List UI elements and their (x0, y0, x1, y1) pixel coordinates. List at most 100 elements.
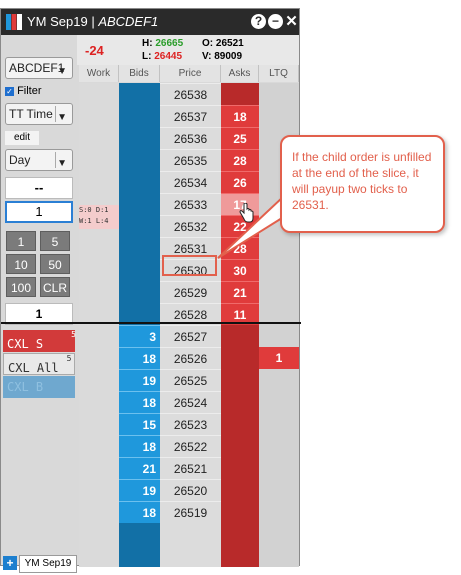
ladder-row[interactable]: 26535 28 (79, 149, 299, 171)
price-cell[interactable]: 26520 (160, 479, 221, 501)
work-cell[interactable] (79, 83, 119, 105)
filter-checkbox[interactable]: ✓ Filter (5, 85, 42, 97)
price-cell[interactable]: 26532 (160, 215, 221, 237)
ask-cell[interactable] (221, 435, 259, 457)
ask-cell[interactable]: 28 (221, 149, 259, 171)
clear-qty-button[interactable]: CLR (40, 277, 70, 297)
minimize-icon[interactable]: − (268, 14, 283, 29)
ask-cell[interactable] (221, 413, 259, 435)
price-cell[interactable]: 26527 (160, 325, 221, 347)
ask-cell[interactable]: 25 (221, 127, 259, 149)
bid-cell[interactable]: 3 (119, 325, 160, 347)
bid-cell[interactable]: 19 (119, 369, 160, 391)
work-cell[interactable] (79, 457, 119, 479)
bid-cell[interactable] (119, 259, 160, 281)
bid-cell[interactable] (119, 281, 160, 303)
price-cell[interactable]: 26526 (160, 347, 221, 369)
price-cell[interactable]: 26522 (160, 435, 221, 457)
ask-cell[interactable] (221, 479, 259, 501)
bid-cell[interactable]: 15 (119, 413, 160, 435)
instrument-tab[interactable]: YM Sep19 (19, 555, 77, 573)
bid-cell[interactable]: 18 (119, 501, 160, 523)
ask-cell[interactable] (221, 501, 259, 523)
qty-button-100[interactable]: 100 (6, 277, 36, 297)
qty-button-5[interactable]: 5 (40, 231, 70, 251)
ask-cell[interactable] (221, 347, 259, 369)
price-cell[interactable]: 26523 (160, 413, 221, 435)
work-cell[interactable] (79, 105, 119, 127)
bid-cell[interactable] (119, 193, 160, 215)
ladder-row[interactable]: 19 26525 (79, 369, 299, 391)
bid-cell[interactable] (119, 237, 160, 259)
bid-cell[interactable] (119, 105, 160, 127)
quantity-input[interactable]: 1 (5, 201, 73, 223)
work-cell[interactable] (79, 171, 119, 193)
bid-cell[interactable] (119, 127, 160, 149)
ask-cell[interactable]: 28 (221, 237, 259, 259)
qty-button-10[interactable]: 10 (6, 254, 36, 274)
work-cell[interactable] (79, 391, 119, 413)
work-cell[interactable] (79, 435, 119, 457)
price-cell[interactable]: 26537 (160, 105, 221, 127)
ask-cell[interactable] (221, 83, 259, 105)
ladder-row[interactable]: 18 26524 (79, 391, 299, 413)
cancel-sells-button[interactable]: CXL S 5 (3, 330, 76, 352)
bid-cell[interactable]: 19 (119, 479, 160, 501)
ladder-row[interactable]: 26538 (79, 83, 299, 105)
price-cell[interactable]: 26529 (160, 281, 221, 303)
close-icon[interactable]: ✕ (284, 14, 299, 29)
work-cell[interactable] (79, 149, 119, 171)
cancel-all-button[interactable]: CXL All 5 (3, 353, 75, 375)
ladder-row[interactable]: 26536 25 (79, 127, 299, 149)
price-field[interactable]: -- (5, 177, 73, 199)
price-cell[interactable]: 26536 (160, 127, 221, 149)
price-cell[interactable]: 26533 (160, 193, 221, 215)
price-cell[interactable]: 26519 (160, 501, 221, 523)
account-dropdown[interactable]: ABCDEF1 ▼ (5, 57, 73, 79)
ladder-row[interactable]: 18 26526 1 (79, 347, 299, 369)
cancel-buys-button[interactable]: CXL B (3, 376, 75, 398)
price-cell[interactable]: 26524 (160, 391, 221, 413)
ladder-row[interactable]: 19 26520 (79, 479, 299, 501)
work-cell[interactable] (79, 237, 119, 259)
column-header-price[interactable]: Price (160, 65, 221, 82)
bid-cell[interactable] (119, 149, 160, 171)
ladder-row[interactable]: 15 26523 (79, 413, 299, 435)
work-cell[interactable] (79, 413, 119, 435)
ladder-row[interactable]: 3 26527 (79, 325, 299, 347)
work-cell[interactable] (79, 369, 119, 391)
bid-cell[interactable] (119, 215, 160, 237)
price-cell[interactable]: 26534 (160, 171, 221, 193)
bid-cell[interactable]: 18 (119, 391, 160, 413)
work-cell[interactable] (79, 479, 119, 501)
bid-cell[interactable]: 18 (119, 435, 160, 457)
edit-button[interactable]: edit (5, 131, 39, 145)
work-cell[interactable] (79, 281, 119, 303)
ladder-row[interactable]: 18 26522 (79, 435, 299, 457)
work-cell[interactable] (79, 127, 119, 149)
ask-cell[interactable] (221, 369, 259, 391)
bid-cell[interactable] (119, 83, 160, 105)
qty-button-50[interactable]: 50 (40, 254, 70, 274)
ladder-row[interactable]: 26534 26 (79, 171, 299, 193)
ladder-row[interactable]: 18 26519 (79, 501, 299, 523)
ask-cell[interactable]: 26 (221, 171, 259, 193)
work-cell[interactable] (79, 347, 119, 369)
bid-cell[interactable]: 21 (119, 457, 160, 479)
column-header-work[interactable]: Work (79, 65, 119, 82)
ladder-row[interactable]: 26537 18 (79, 105, 299, 127)
column-header-ltq[interactable]: LTQ (259, 65, 299, 82)
column-header-bids[interactable]: Bids (119, 65, 160, 82)
duration-dropdown[interactable]: Day ▼ (5, 149, 73, 171)
ask-cell[interactable] (221, 391, 259, 413)
help-icon[interactable]: ? (251, 14, 266, 29)
tif-dropdown[interactable]: TT Time ▼ (5, 103, 73, 125)
ask-cell[interactable]: 30 (221, 259, 259, 281)
ask-cell[interactable] (221, 457, 259, 479)
ladder-row[interactable]: 21 26521 (79, 457, 299, 479)
work-cell[interactable] (79, 501, 119, 523)
price-cell[interactable]: 26538 (160, 83, 221, 105)
bid-cell[interactable] (119, 171, 160, 193)
qty-button-1[interactable]: 1 (6, 231, 36, 251)
price-cell[interactable]: 26525 (160, 369, 221, 391)
